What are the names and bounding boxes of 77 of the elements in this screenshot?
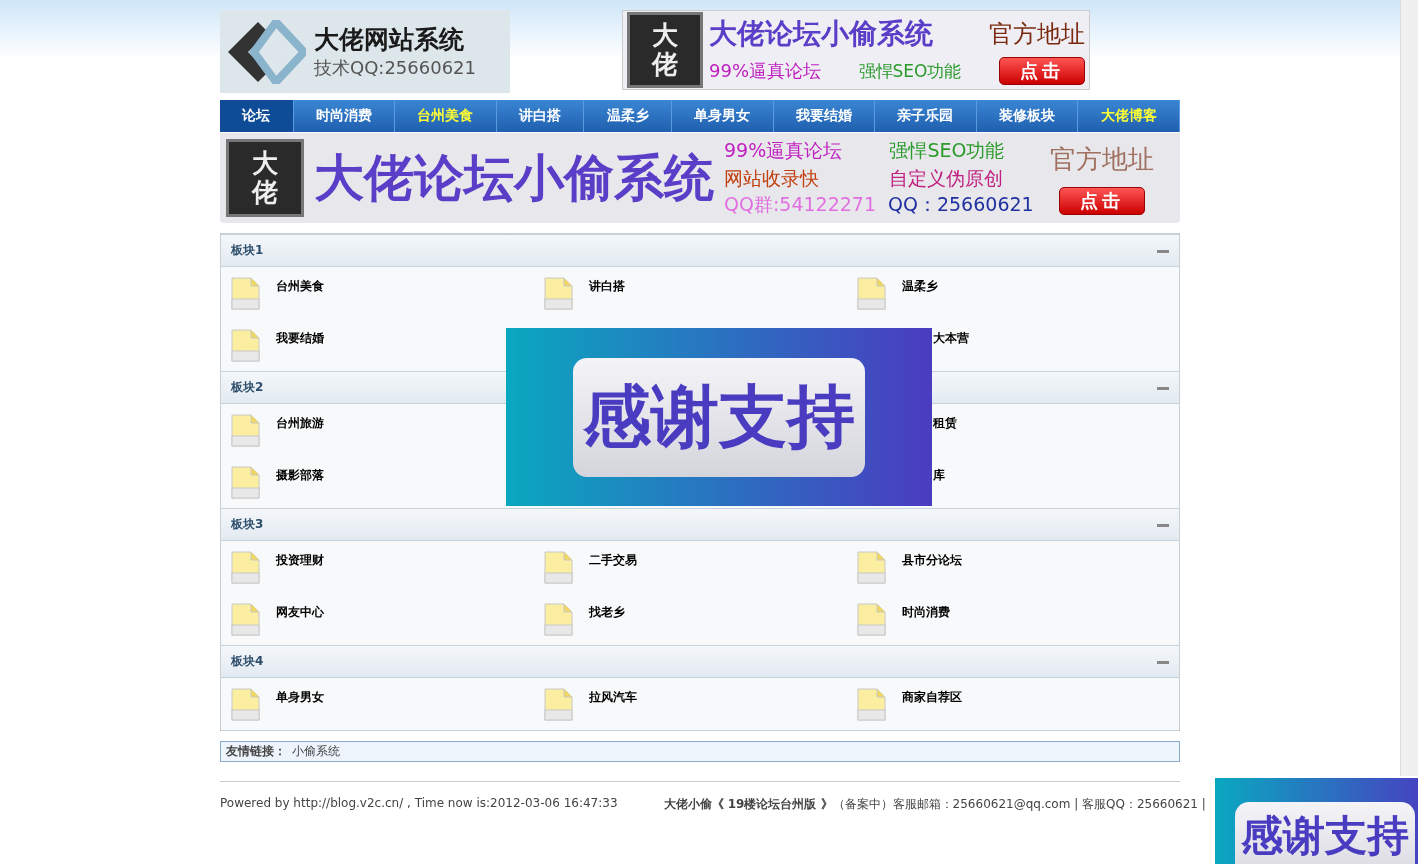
document-icon — [231, 687, 260, 721]
nav-tab[interactable]: 我要结婚 — [773, 100, 876, 132]
click-button[interactable]: 点击 — [999, 57, 1085, 85]
logo-title: 大佬网站系统 — [314, 24, 465, 56]
document-icon — [231, 602, 260, 636]
nav-tab[interactable]: 单身男女 — [671, 100, 774, 132]
document-icon — [857, 687, 886, 721]
logo-subtitle: 技术QQ:25660621 — [314, 56, 477, 80]
forum-link[interactable]: 找老乡 — [589, 603, 625, 621]
popup-text: 感谢支持 — [1235, 802, 1415, 864]
forum-link[interactable]: 温柔乡 — [902, 277, 938, 295]
document-icon — [231, 465, 260, 499]
ad-tagline: 强悍SEO功能 — [858, 59, 962, 83]
forum-link[interactable]: 拉风汽车 — [589, 688, 637, 706]
banner-tagline: 网站收录快 — [724, 166, 820, 191]
links-label: 友情链接： — [226, 743, 286, 760]
section-title: 板块4 — [231, 653, 264, 670]
section-title: 板块3 — [231, 516, 264, 533]
scrollbar[interactable] — [1400, 0, 1418, 776]
forum-link[interactable]: 摄影部落 — [276, 466, 324, 484]
popup-ad[interactable]: 感谢支持 — [506, 328, 932, 506]
nav-tab[interactable]: 讲白搭 — [496, 100, 585, 132]
click-button[interactable]: 点击 — [1059, 186, 1145, 215]
forum-link[interactable]: 讲白搭 — [589, 277, 625, 295]
nav-tab[interactable]: 台州美食 — [395, 100, 497, 132]
forum-link[interactable]: 台州旅游 — [276, 414, 324, 432]
document-icon — [544, 602, 573, 636]
footer-info: 大佬小偷《 19楼论坛台州版 》（备案中）客服邮箱：25660621@qq.com | 客服QQ：25660621 | — [663, 796, 1206, 813]
banner-title: 大佬论坛小偷系统 — [314, 147, 714, 209]
document-icon — [231, 550, 260, 584]
document-icon — [544, 276, 573, 310]
forum-link[interactable]: 商家自荐区 — [902, 688, 962, 706]
seal-icon: 大佬 — [226, 139, 304, 217]
forum-link[interactable]: 库 — [933, 466, 945, 484]
document-icon — [857, 550, 886, 584]
document-icon — [857, 602, 886, 636]
document-icon — [857, 276, 886, 310]
forum-link[interactable]: 租赁 — [933, 414, 957, 432]
qq-number: QQ：25660621 — [888, 192, 1034, 217]
banner-tagline: 自定义伪原创 — [889, 166, 1005, 191]
site-logo[interactable]: 大佬网站系统 技术QQ:25660621 — [220, 10, 510, 93]
ad-banner[interactable]: 大佬 大佬论坛小偷系统 官方地址 99%逼真论坛 强悍SEO功能 点击 — [622, 10, 1090, 90]
forum-link[interactable]: 大本营 — [933, 329, 969, 347]
nav-tab[interactable]: 论坛 — [220, 100, 294, 132]
forum-link[interactable]: 时尚消费 — [902, 603, 950, 621]
ad-title: 大佬论坛小偷系统 — [709, 16, 933, 52]
section-title: 板块2 — [231, 379, 264, 396]
nav-tab[interactable]: 亲子乐园 — [875, 100, 977, 132]
logo-icon — [226, 19, 306, 84]
forum-link[interactable]: 投资理财 — [276, 551, 324, 569]
banner-tagline: 99%逼真论坛 — [724, 138, 844, 163]
popup-ad[interactable]: 感谢支持 — [1215, 778, 1418, 864]
document-icon — [231, 328, 260, 362]
forum-link[interactable]: 单身男女 — [276, 688, 324, 706]
nav-tab[interactable]: 温柔乡 — [584, 100, 672, 132]
popup-text: 感谢支持 — [573, 357, 865, 477]
forum-link[interactable]: 二手交易 — [589, 551, 637, 569]
document-icon — [544, 687, 573, 721]
forum-link[interactable]: 网友中心 — [276, 603, 324, 621]
powered-by-text: Powered by http://blog.v2c.cn/ , Time now is:2012-03-06 16:47:33 — [220, 796, 618, 812]
document-icon — [231, 413, 260, 447]
ad-tagline: 99%逼真论坛 — [709, 59, 821, 83]
section-title: 板块1 — [231, 242, 264, 259]
seal-icon: 大佬 — [627, 12, 703, 88]
forum-link[interactable]: 我要结婚 — [276, 329, 324, 347]
qq-group: QQ群:54122271 — [724, 192, 877, 218]
document-icon — [231, 276, 260, 310]
forum-link[interactable]: 县市分论坛 — [902, 551, 962, 569]
document-icon — [544, 550, 573, 584]
forum-link[interactable]: 台州美食 — [276, 277, 324, 295]
nav-tab[interactable]: 大佬博客 — [1078, 100, 1180, 132]
ad-official: 官方地址 — [989, 19, 1085, 50]
banner-tagline: 强悍SEO功能 — [889, 138, 1006, 163]
nav-tab[interactable]: 时尚消费 — [293, 100, 396, 132]
banner-official: 官方地址 — [1050, 142, 1154, 176]
nav-tab[interactable]: 装修板块 — [976, 100, 1079, 132]
friend-link[interactable]: 小偷系统 — [292, 743, 340, 760]
